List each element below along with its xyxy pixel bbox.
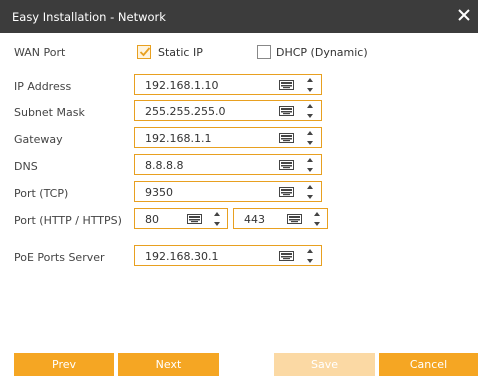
port-tcp-field[interactable]: 9350 <box>134 181 322 202</box>
chevron-down-icon[interactable] <box>305 165 315 174</box>
chevron-down-icon[interactable] <box>305 256 315 265</box>
chevron-up-icon[interactable] <box>305 247 315 256</box>
port-http-field[interactable]: 80 <box>134 208 228 229</box>
keyboard-icon[interactable] <box>279 160 294 170</box>
wan-port-label: WAN Port <box>14 46 66 59</box>
static-ip-label: Static IP <box>158 46 203 59</box>
static-ip-checkbox[interactable] <box>137 45 151 59</box>
cancel-button[interactable]: Cancel <box>379 353 478 376</box>
keyboard-icon[interactable] <box>279 80 294 90</box>
keyboard-icon[interactable] <box>279 187 294 197</box>
check-icon <box>139 47 151 57</box>
port-https-value: 443 <box>244 213 265 226</box>
save-button[interactable]: Save <box>274 353 375 376</box>
chevron-down-icon[interactable] <box>305 85 315 94</box>
chevron-down-icon[interactable] <box>312 219 322 228</box>
port-http-label: Port (HTTP / HTTPS) <box>14 214 122 227</box>
ip-address-field[interactable]: 192.168.1.10 <box>134 74 322 95</box>
keyboard-icon[interactable] <box>279 133 294 143</box>
chevron-up-icon[interactable] <box>305 129 315 138</box>
dhcp-checkbox[interactable] <box>257 45 271 59</box>
chevron-up-icon[interactable] <box>305 156 315 165</box>
keyboard-icon[interactable] <box>279 106 294 116</box>
port-tcp-value: 9350 <box>145 186 173 199</box>
subnet-mask-field[interactable]: 255.255.255.0 <box>134 100 322 121</box>
subnet-mask-label: Subnet Mask <box>14 106 85 119</box>
port-http-value: 80 <box>145 213 159 226</box>
chevron-down-icon[interactable] <box>305 192 315 201</box>
gateway-value: 192.168.1.1 <box>145 132 212 145</box>
prev-button[interactable]: Prev <box>14 353 114 376</box>
chevron-up-icon[interactable] <box>305 76 315 85</box>
close-icon[interactable] <box>456 7 472 23</box>
subnet-mask-value: 255.255.255.0 <box>145 105 226 118</box>
keyboard-icon[interactable] <box>279 251 294 261</box>
next-button[interactable]: Next <box>118 353 219 376</box>
title-bar: Easy Installation - Network <box>0 0 478 33</box>
gateway-field[interactable]: 192.168.1.1 <box>134 127 322 148</box>
chevron-up-icon[interactable] <box>305 102 315 111</box>
chevron-up-icon[interactable] <box>212 210 222 219</box>
chevron-up-icon[interactable] <box>305 183 315 192</box>
dhcp-label: DHCP (Dynamic) <box>276 46 368 59</box>
keyboard-icon[interactable] <box>187 214 202 224</box>
ip-address-value: 192.168.1.10 <box>145 79 219 92</box>
dns-value: 8.8.8.8 <box>145 159 184 172</box>
port-https-field[interactable]: 443 <box>233 208 328 229</box>
ip-address-label: IP Address <box>14 80 72 93</box>
chevron-down-icon[interactable] <box>212 219 222 228</box>
poe-server-field[interactable]: 192.168.30.1 <box>134 245 322 266</box>
keyboard-icon[interactable] <box>287 214 302 224</box>
port-tcp-label: Port (TCP) <box>14 187 69 200</box>
dns-field[interactable]: 8.8.8.8 <box>134 154 322 175</box>
poe-server-label: PoE Ports Server <box>14 251 105 264</box>
poe-server-value: 192.168.30.1 <box>145 250 219 263</box>
dns-label: DNS <box>14 160 38 173</box>
chevron-down-icon[interactable] <box>305 138 315 147</box>
chevron-up-icon[interactable] <box>312 210 322 219</box>
chevron-down-icon[interactable] <box>305 111 315 120</box>
window-title: Easy Installation - Network <box>12 10 166 24</box>
gateway-label: Gateway <box>14 133 63 146</box>
